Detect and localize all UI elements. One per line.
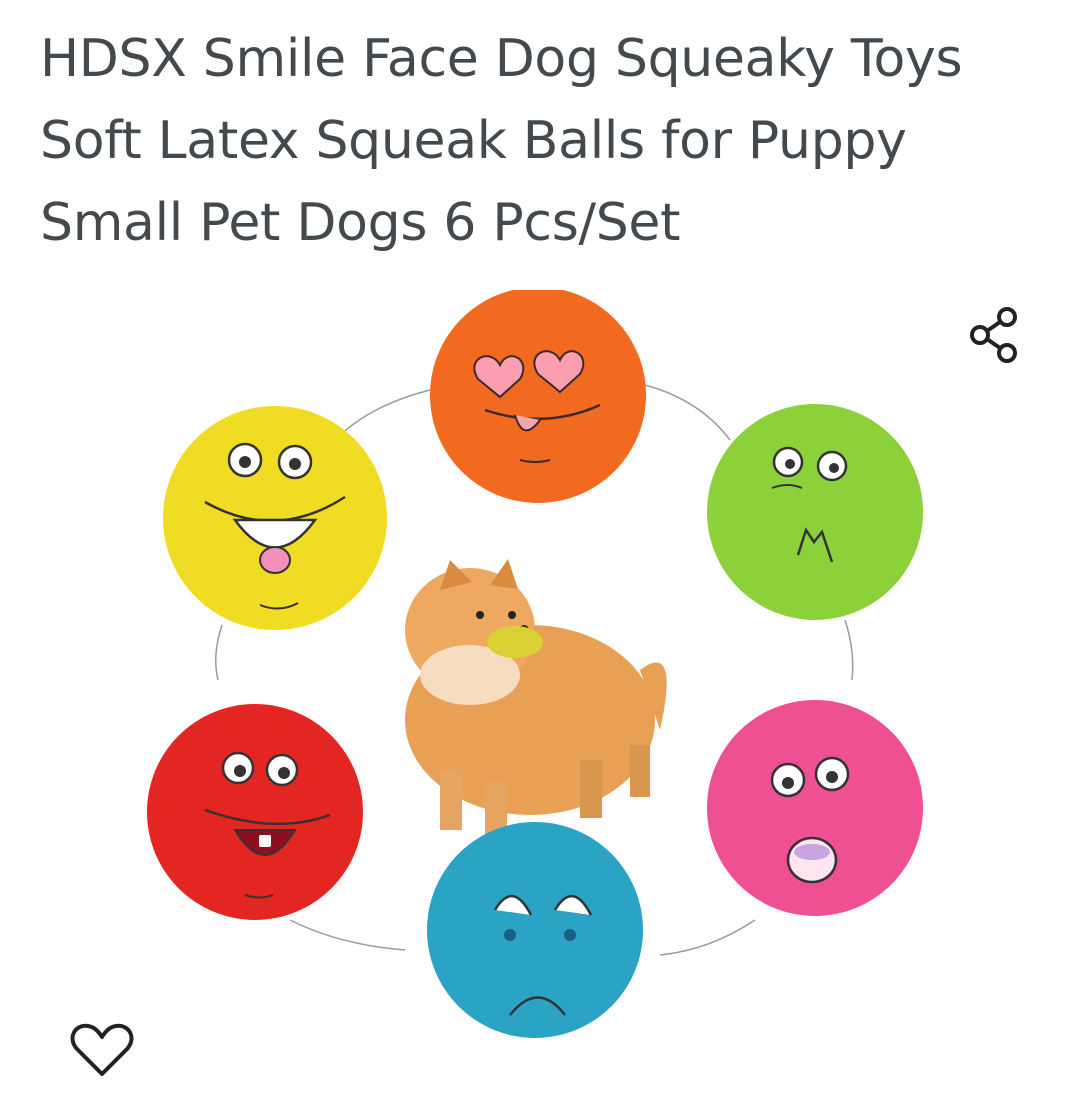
ball-yellow-tongue [163, 406, 387, 630]
product-title: HDSX Smile Face Dog Squeaky Toys Soft La… [40, 29, 963, 253]
ball-blue-sad [427, 822, 643, 1038]
ball-green-grumpy [707, 404, 923, 620]
share-icon [970, 307, 1017, 363]
ball-orange-heart-eyes [430, 290, 646, 503]
add-to-wishlist-button[interactable] [62, 1010, 142, 1090]
product-image[interactable] [140, 290, 940, 1110]
share-button[interactable] [960, 300, 1030, 370]
pomeranian-dog [405, 559, 667, 845]
heart-outline-icon [70, 1023, 134, 1076]
ball-red-tongue [147, 704, 363, 920]
ball-pink-surprised [707, 700, 923, 916]
